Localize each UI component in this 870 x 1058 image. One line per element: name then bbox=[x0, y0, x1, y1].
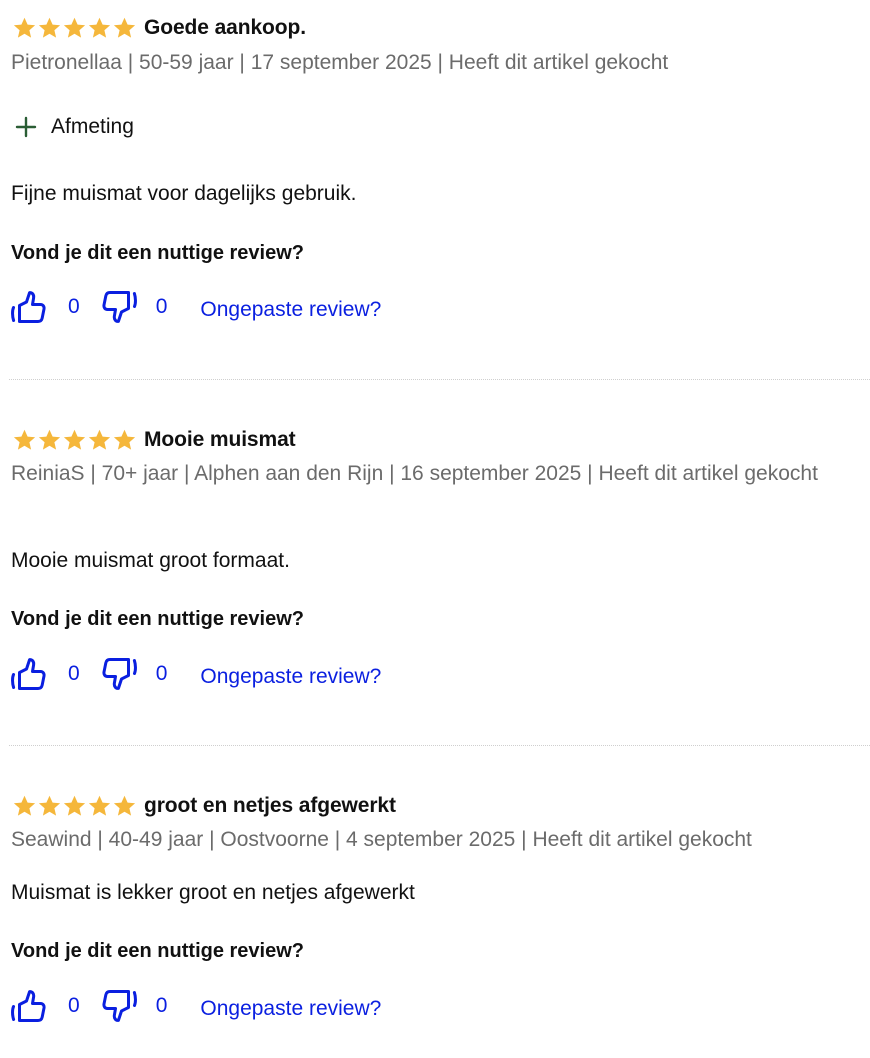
review-title: Goede aankoop. bbox=[144, 16, 306, 39]
review-meta: Pietronellaa | 50-59 jaar | 17 september… bbox=[11, 51, 669, 74]
vote-bar: 0 0 Ongepaste review? bbox=[10, 654, 381, 694]
star-icon bbox=[37, 429, 62, 451]
review-divider bbox=[9, 745, 870, 746]
thumbs-down-icon bbox=[100, 288, 138, 326]
star-icon bbox=[87, 429, 112, 451]
down-count: 0 bbox=[155, 662, 168, 685]
star-rating bbox=[12, 795, 137, 817]
thumbs-up-icon bbox=[10, 655, 48, 693]
plus-icon bbox=[15, 116, 37, 138]
star-icon bbox=[12, 17, 37, 39]
star-icon bbox=[87, 795, 112, 817]
helpful-question: Vond je dit een nuttige review? bbox=[11, 608, 304, 630]
review-title: groot en netjes afgewerkt bbox=[144, 794, 396, 817]
down-count: 0 bbox=[155, 295, 168, 318]
star-icon bbox=[62, 795, 87, 817]
vote-bar: 0 0 Ongepaste review? bbox=[10, 986, 381, 1026]
star-icon bbox=[62, 429, 87, 451]
thumbs-up-button[interactable]: 0 bbox=[10, 288, 80, 326]
expander-label: Afmeting bbox=[51, 115, 134, 138]
star-rating bbox=[12, 429, 137, 451]
review-header: Mooie muismat bbox=[12, 427, 296, 453]
review-body: Muismat is lekker groot en netjes afgewe… bbox=[11, 881, 415, 904]
up-count: 0 bbox=[68, 994, 80, 1017]
star-icon bbox=[112, 17, 137, 39]
review-header: Goede aankoop. bbox=[12, 15, 306, 41]
star-rating bbox=[12, 17, 137, 39]
review-divider bbox=[9, 379, 870, 380]
report-review-link[interactable]: Ongepaste review? bbox=[200, 997, 381, 1021]
thumbs-up-icon bbox=[10, 987, 48, 1025]
star-icon bbox=[62, 17, 87, 39]
star-icon bbox=[112, 795, 137, 817]
up-count: 0 bbox=[68, 295, 80, 318]
thumbs-up-button[interactable]: 0 bbox=[10, 655, 80, 693]
thumbs-up-icon bbox=[10, 288, 48, 326]
thumbs-down-button[interactable]: 0 bbox=[100, 987, 168, 1025]
star-icon bbox=[112, 429, 137, 451]
thumbs-down-icon bbox=[100, 655, 138, 693]
star-icon bbox=[12, 795, 37, 817]
review-meta: Seawind | 40-49 jaar | Oostvoorne | 4 se… bbox=[11, 828, 752, 851]
vote-bar: 0 0 Ongepaste review? bbox=[10, 287, 381, 327]
star-icon bbox=[37, 795, 62, 817]
star-icon bbox=[37, 17, 62, 39]
review-title: Mooie muismat bbox=[144, 428, 296, 451]
up-count: 0 bbox=[68, 662, 80, 685]
review-body: Fijne muismat voor dagelijks gebruik. bbox=[11, 182, 357, 205]
thumbs-down-button[interactable]: 0 bbox=[100, 288, 168, 326]
star-icon bbox=[87, 17, 112, 39]
review-header: groot en netjes afgewerkt bbox=[12, 793, 396, 819]
helpful-question: Vond je dit een nuttige review? bbox=[11, 940, 304, 962]
star-icon bbox=[12, 429, 37, 451]
report-review-link[interactable]: Ongepaste review? bbox=[200, 298, 381, 322]
thumbs-down-icon bbox=[100, 987, 138, 1025]
size-expander[interactable]: Afmeting bbox=[14, 115, 134, 139]
thumbs-down-button[interactable]: 0 bbox=[100, 655, 168, 693]
thumbs-up-button[interactable]: 0 bbox=[10, 987, 80, 1025]
down-count: 0 bbox=[155, 994, 168, 1017]
review-body: Mooie muismat groot formaat. bbox=[11, 549, 290, 572]
review-meta: ReiniaS | 70+ jaar | Alphen aan den Rijn… bbox=[11, 462, 818, 485]
report-review-link[interactable]: Ongepaste review? bbox=[200, 665, 381, 689]
helpful-question: Vond je dit een nuttige review? bbox=[11, 242, 304, 264]
